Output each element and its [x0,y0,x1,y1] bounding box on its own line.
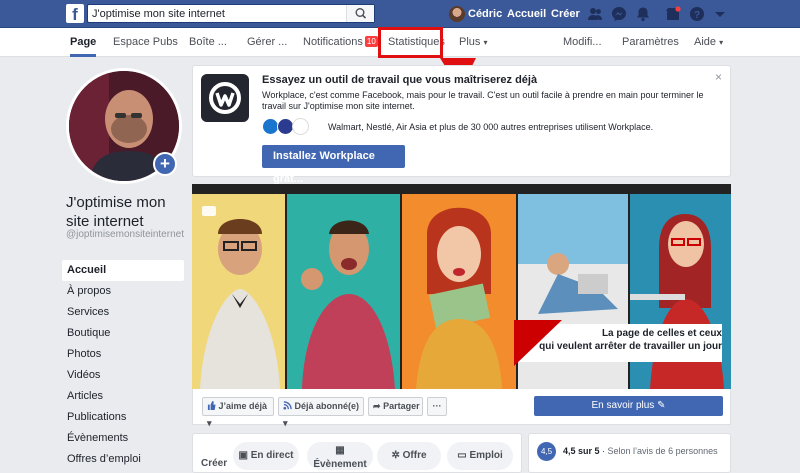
learn-more-button[interactable]: En savoir plus ✎ [534,396,723,416]
company-logos [262,118,324,135]
tab-inbox[interactable]: Boîte ... [189,28,227,57]
companies-text: Walmart, Nestlé, Air Asia et plus de 30 … [328,122,654,132]
sidebar-item-events[interactable]: Évènements [62,428,184,449]
notifications-badge: 10 [364,36,378,47]
top-bar: f J'optimise mon site internet Cédric Ac… [0,0,800,28]
offer-label: Offre [402,450,427,461]
more-options-button[interactable]: ··· [427,397,447,416]
rating-summary[interactable]: 4,5 sur 5 · Selon l’avis de 6 personnes [563,446,718,456]
tab-edit[interactable]: Modifi... [563,28,602,57]
promo-description: Workplace, c'est comme Facebook, mais po… [262,90,704,111]
tab-more-label: Plus [459,36,481,48]
workplace-logo-icon [201,74,249,122]
sidebar-item-shop[interactable]: Boutique [62,323,184,344]
caret-down-icon: ▾ [483,38,488,47]
rating-badge: 4,5 [537,442,556,461]
video-camera-icon [202,206,216,216]
video-icon: ▣ [238,450,248,461]
briefcase-icon: ▭ [457,450,467,461]
create-post-box: Créer ▣ En direct ▦ Évènement ✲ Offre ▭ E… [192,433,522,473]
page-handle: @joptimisemonsiteinternet [66,229,184,240]
caret-down-icon: ▾ [719,38,724,47]
tab-ads-center[interactable]: Espace Pubs [113,28,178,57]
friends-icon[interactable] [587,6,603,22]
sidebar-item-jobs[interactable]: Offres d’emploi [62,449,184,470]
help-icon[interactable]: ? [689,6,705,22]
tab-settings[interactable]: Paramètres [622,28,679,57]
sidebar-item-services[interactable]: Services [62,302,184,323]
cover-panel-3 [402,194,516,389]
job-label: Emploi [469,450,503,461]
share-label: Partager [383,401,420,411]
rating-text: 4,5 sur 5 [563,446,600,456]
following-button[interactable]: Déjà abonné(e) ▾ [278,397,364,428]
create-label: Créer [201,458,228,469]
user-avatar[interactable] [449,6,465,22]
home-link[interactable]: Accueil [507,0,546,28]
search-input[interactable]: J'optimise mon site internet [87,4,375,23]
create-link[interactable]: Créer [551,0,580,28]
sidebar-item-videos[interactable]: Vidéos [62,365,184,386]
rating-box: 4,5 4,5 sur 5 · Selon l’avis de 6 person… [528,433,731,473]
like-label: J’aime déjà [218,401,268,411]
search-value: J'optimise mon site internet [92,8,225,20]
install-workplace-button[interactable]: Installez Workplace grat... [262,145,405,185]
svg-text:?: ? [694,10,700,21]
tab-page[interactable]: Page [70,28,97,57]
sidebar-item-posts[interactable]: Publications [62,407,184,428]
share-icon: ➦ [373,401,381,411]
cover-banner-line-1: La page de celles et ceux [601,328,722,339]
calendar-icon: ▦ [335,445,345,456]
profile-link[interactable]: Cédric [468,0,502,28]
learn-more-label: En savoir plus [591,400,655,411]
tab-manage[interactable]: Gérer ... [247,28,287,57]
sidebar: Accueil À propos Services Boutique Photo… [62,260,184,470]
search-icon [355,8,367,19]
rating-detail: Selon l’avis de 6 personnes [607,446,718,456]
promo-title: Essayez un outil de travail que vous maî… [262,74,538,86]
facebook-logo-icon[interactable]: f [66,4,84,23]
tab-notifications[interactable]: Notifications 10 [303,28,378,57]
sidebar-item-articles[interactable]: Articles [62,386,184,407]
cover-photo[interactable]: La page de celles et ceux qui veulent ar… [192,184,731,389]
workplace-promo-card: Essayez un outil de travail que vous maî… [192,65,731,185]
cover-banner-text: La page de celles et ceux qui veulent ar… [526,327,722,353]
add-photo-button[interactable]: + [153,152,177,176]
cover-banner: La page de celles et ceux qui veulent ar… [514,320,722,366]
event-button[interactable]: ▦ Évènement [307,442,373,470]
job-button[interactable]: ▭ Emploi [447,442,513,470]
tab-help-label: Aide [694,36,717,48]
event-label: Évènement [313,459,367,470]
close-icon[interactable]: × [715,70,722,84]
marketplace-icon[interactable] [665,6,681,22]
live-label: En direct [250,450,294,461]
following-label: Déjà abonné(e) [294,401,360,411]
pencil-icon: ✎ [657,400,666,411]
rss-icon [283,401,292,410]
chevron-down-icon[interactable] [712,6,728,22]
sidebar-item-photos[interactable]: Photos [62,344,184,365]
tab-help[interactable]: Aide ▾ [694,28,723,57]
cover-panel-2 [287,194,400,389]
tab-notifications-label: Notifications [303,36,363,48]
tag-icon: ✲ [391,450,400,461]
like-button[interactable]: J’aime déjà ▾ [202,397,274,428]
thumbs-up-icon [207,401,216,410]
page-title: J'optimise mon site internet [66,194,166,230]
airasia-logo-icon [292,118,309,135]
share-button[interactable]: ➦ Partager [368,397,423,416]
cover-banner-line-2: qui veulent arrêter de travailler un jou… [539,341,722,352]
offer-button[interactable]: ✲ Offre [377,442,441,470]
live-video-button[interactable]: ▣ En direct [233,442,299,470]
bell-icon[interactable] [635,6,651,22]
cover-panel-1 [192,194,285,389]
sidebar-item-home[interactable]: Accueil [62,260,184,281]
page-actions-bar: J’aime déjà ▾ Déjà abonné(e) ▾ ➦ Partage… [192,389,731,428]
search-button[interactable] [346,5,374,22]
messenger-icon[interactable] [611,6,627,22]
sidebar-item-about[interactable]: À propos [62,281,184,302]
